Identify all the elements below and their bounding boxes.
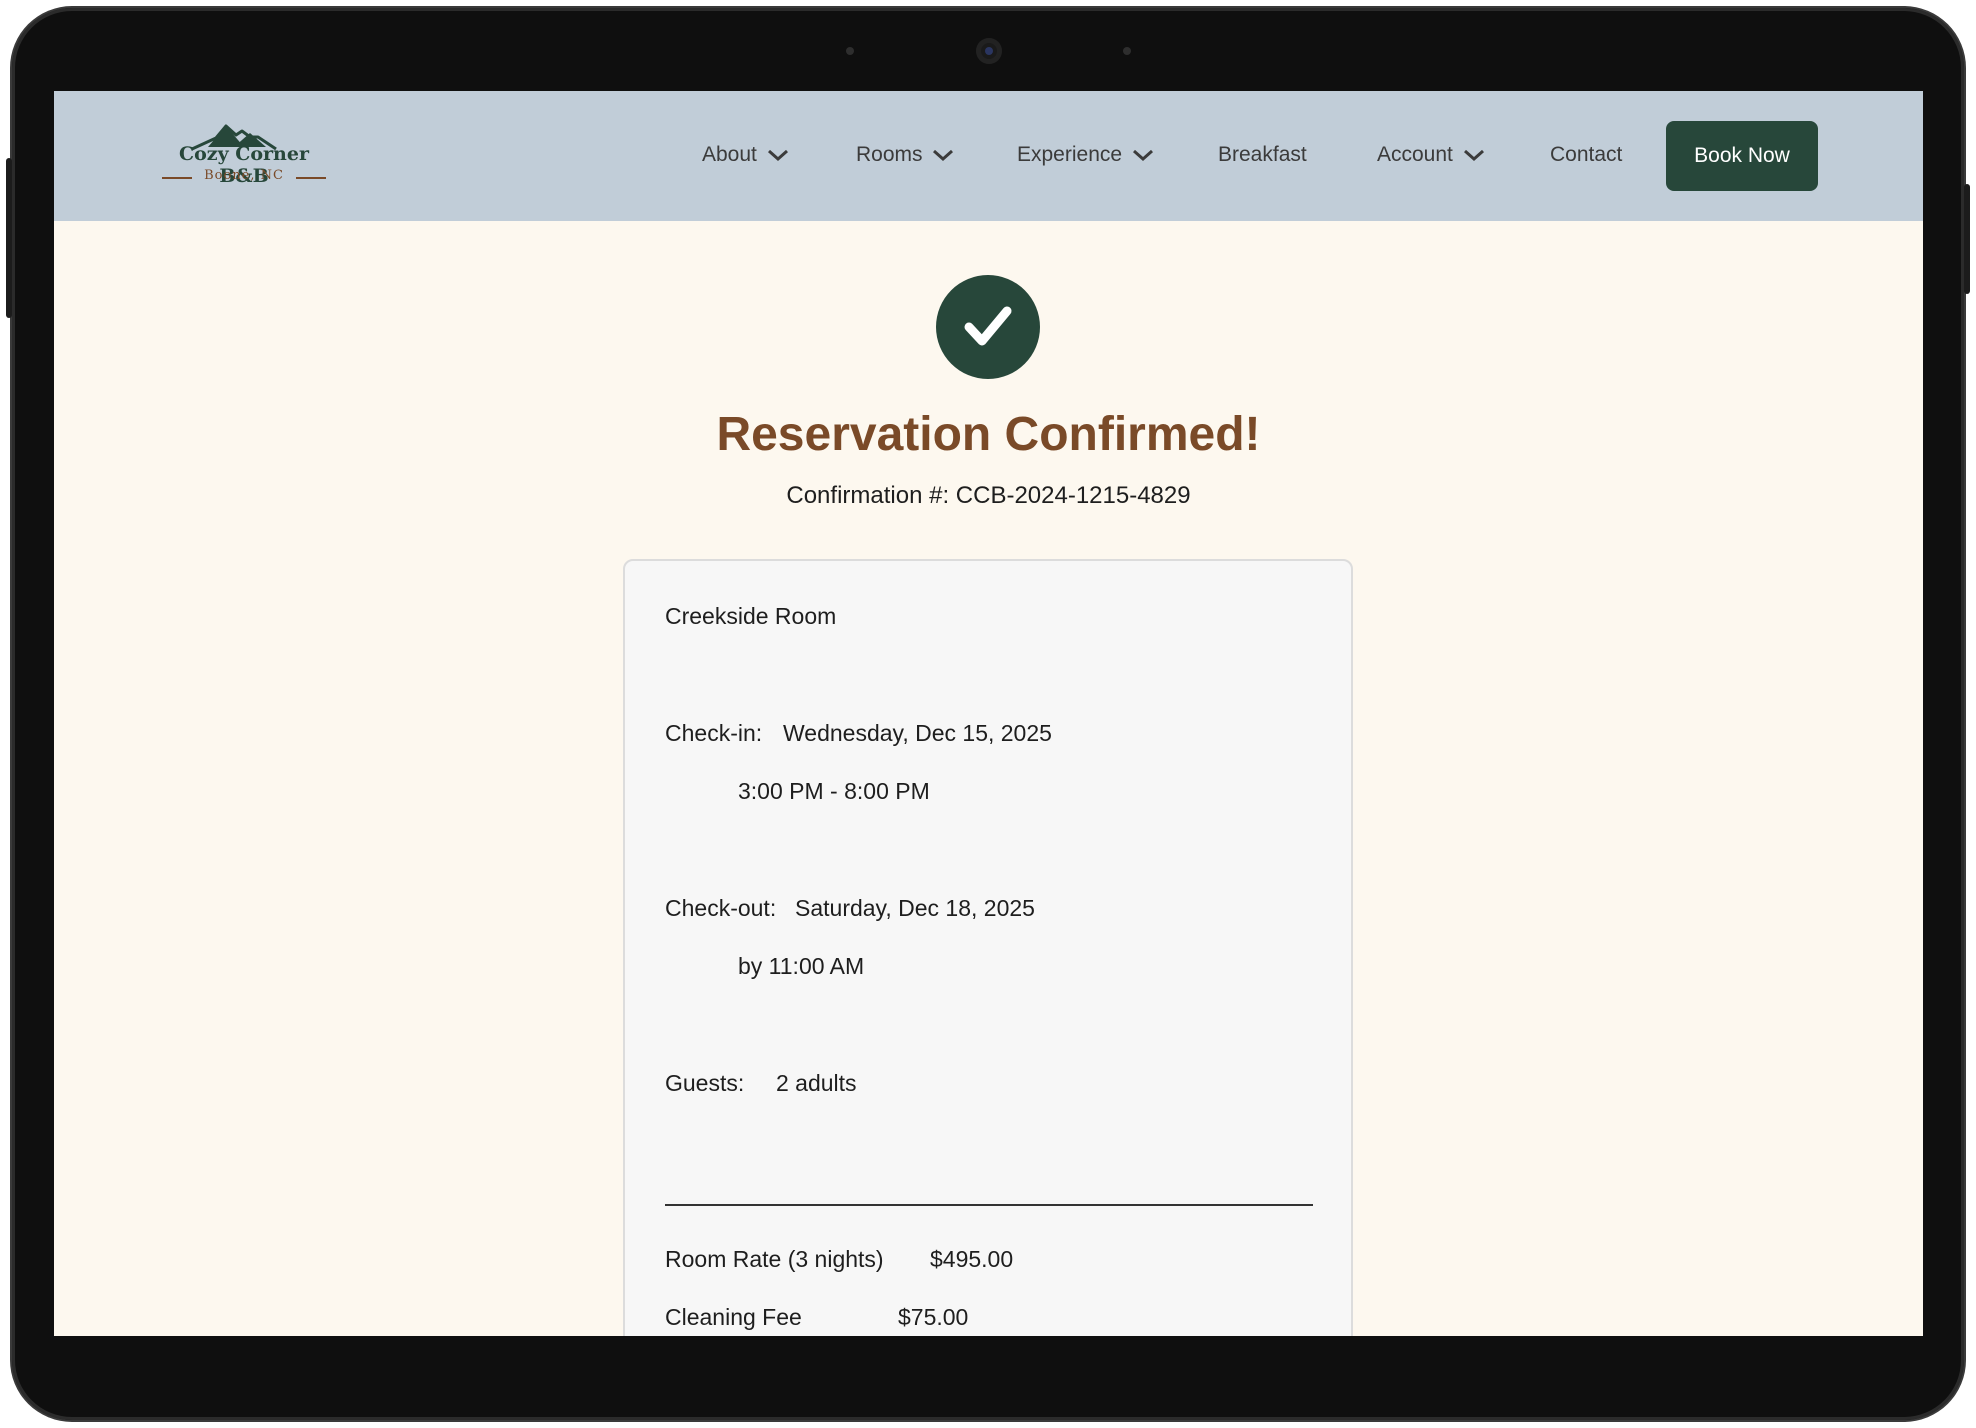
chevron-down-icon bbox=[1463, 150, 1484, 162]
nav-experience[interactable]: Experience bbox=[1017, 143, 1154, 167]
nav-about-label: About bbox=[702, 143, 757, 166]
brand-location: Boone, NC bbox=[204, 168, 284, 183]
site-header: Cozy Corner B&B Boone, NC About Rooms Ex… bbox=[54, 91, 1923, 221]
nav-breakfast-label: Breakfast bbox=[1218, 143, 1307, 166]
charge-amount: $75.00 bbox=[898, 1304, 969, 1330]
confirmation-number: Confirmation #: CCB-2024-1215-4829 bbox=[786, 482, 1191, 509]
guests-label: Guests: bbox=[665, 1070, 745, 1096]
camera-icon bbox=[976, 38, 1002, 64]
checkin-time: 3:00 PM - 8:00 PM bbox=[738, 778, 930, 804]
sensor-dot bbox=[846, 47, 854, 55]
chevron-down-icon bbox=[933, 150, 954, 162]
nav-experience-label: Experience bbox=[1017, 143, 1123, 166]
chevron-down-icon bbox=[1132, 150, 1153, 162]
checkout-label: Check-out: bbox=[665, 895, 777, 921]
charge-amount: $495.00 bbox=[930, 1246, 1014, 1272]
nav-breakfast[interactable]: Breakfast bbox=[1218, 143, 1307, 167]
reservation-details-card: Creekside Room Check-in: Wednesday, Dec … bbox=[623, 559, 1353, 1336]
brand-logo[interactable]: Cozy Corner B&B Boone, NC bbox=[154, 121, 334, 191]
charge-label: Room Rate (3 nights) bbox=[665, 1246, 884, 1272]
checkin-date: Wednesday, Dec 15, 2025 bbox=[783, 720, 1052, 746]
logo-rule bbox=[296, 177, 326, 179]
chevron-down-icon bbox=[767, 150, 788, 162]
nav-about[interactable]: About bbox=[702, 143, 789, 167]
checkout-time: by 11:00 AM bbox=[738, 953, 865, 979]
nav-rooms-label: Rooms bbox=[856, 143, 923, 166]
side-button-right bbox=[1964, 184, 1970, 294]
side-button-left bbox=[6, 158, 12, 318]
check-circle-icon bbox=[936, 275, 1040, 379]
guests-value: 2 adults bbox=[776, 1070, 857, 1096]
nav-account-label: Account bbox=[1377, 143, 1453, 166]
nav-contact-label: Contact bbox=[1550, 143, 1623, 166]
nav-contact[interactable]: Contact bbox=[1550, 143, 1622, 167]
room-name: Creekside Room bbox=[665, 603, 837, 629]
checkout-date: Saturday, Dec 18, 2025 bbox=[795, 895, 1035, 921]
checkmark-icon bbox=[964, 306, 1012, 346]
nav-account[interactable]: Account bbox=[1377, 143, 1485, 167]
page-title: Reservation Confirmed! bbox=[716, 408, 1261, 461]
browser-viewport: Cozy Corner B&B Boone, NC About Rooms Ex… bbox=[54, 91, 1923, 1336]
divider bbox=[665, 1204, 1313, 1206]
book-now-button[interactable]: Book Now bbox=[1666, 121, 1818, 191]
sensor-dot bbox=[1123, 47, 1131, 55]
nav-rooms[interactable]: Rooms bbox=[856, 143, 954, 167]
charge-label: Cleaning Fee bbox=[665, 1304, 802, 1330]
checkin-label: Check-in: bbox=[665, 720, 763, 746]
